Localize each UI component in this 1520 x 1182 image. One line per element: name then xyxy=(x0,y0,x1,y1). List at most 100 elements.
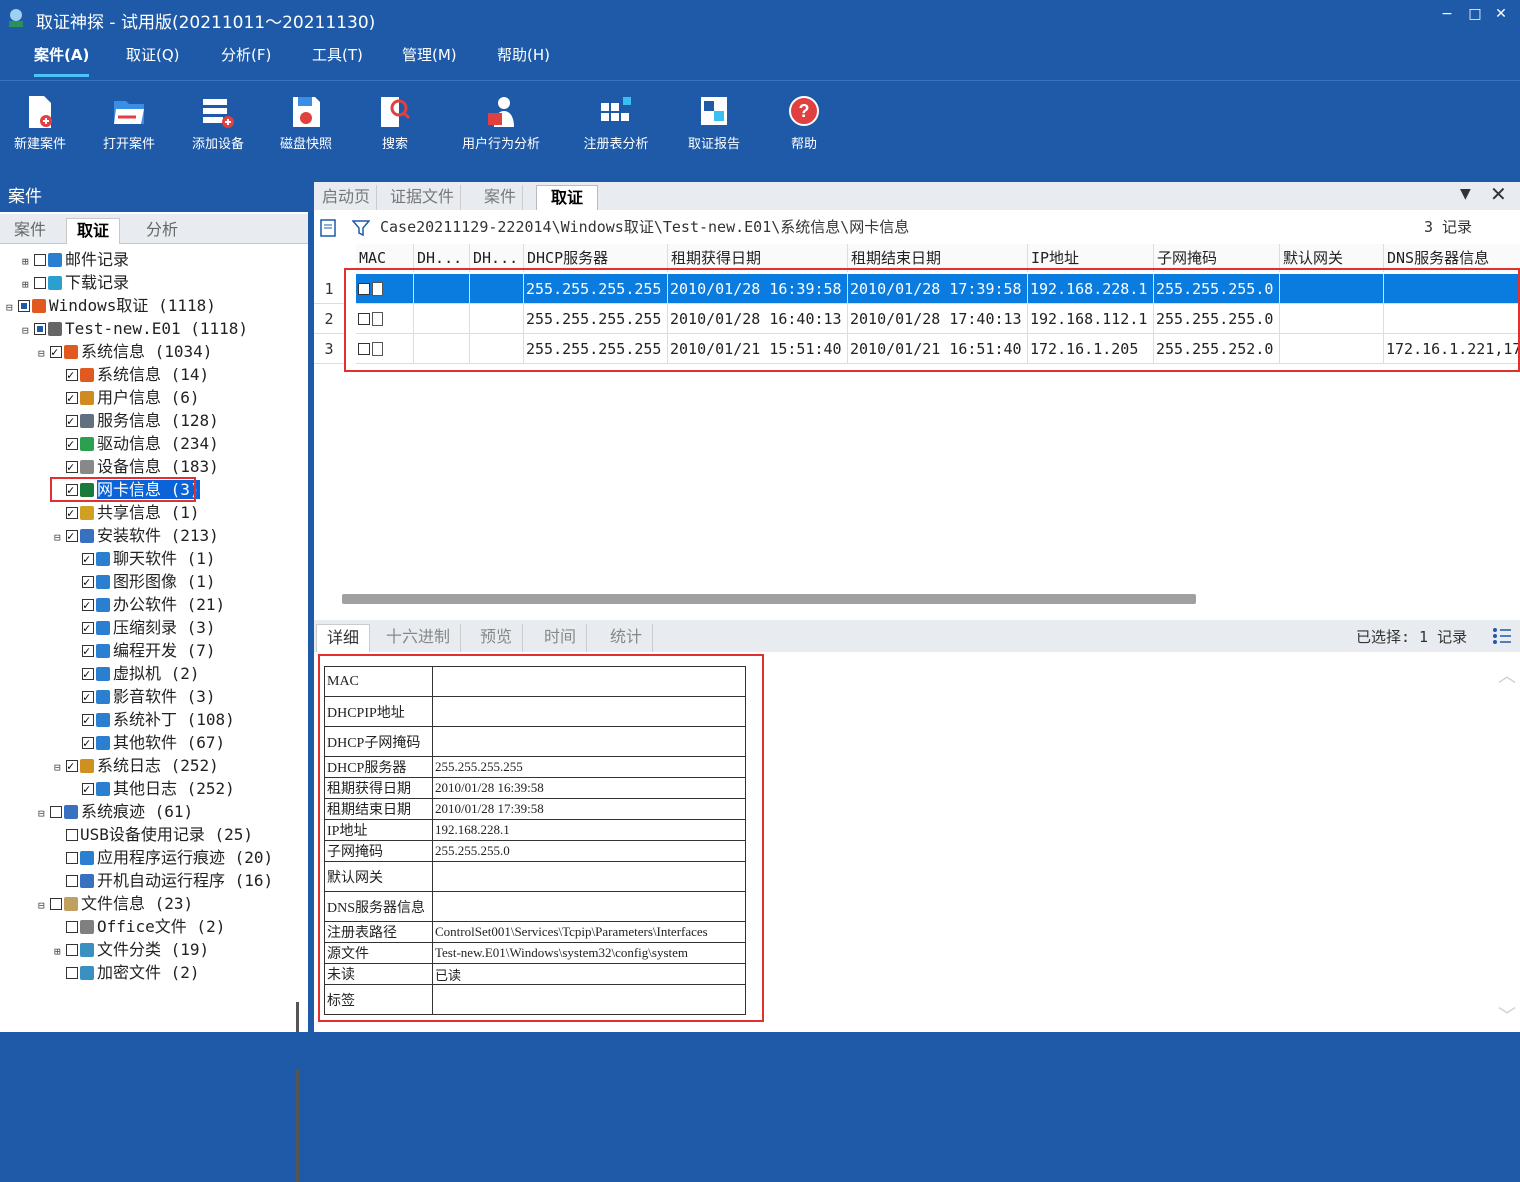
tree-node[interactable]: 开机自动运行程序 (16) xyxy=(54,869,273,892)
tree-checkbox[interactable] xyxy=(82,617,94,640)
tab-analysis[interactable]: 分析 xyxy=(136,218,188,244)
tree-scrollbar[interactable] xyxy=(296,1002,299,1182)
tab-case[interactable]: 案件 xyxy=(4,218,56,244)
tree-checkbox[interactable] xyxy=(82,594,94,617)
tree-checkbox[interactable] xyxy=(34,276,46,289)
tree-checkbox[interactable] xyxy=(34,253,46,266)
tab-hex[interactable]: 十六进制 xyxy=(376,624,462,652)
expand-toggle-icon[interactable]: ⊞ xyxy=(22,273,32,296)
tree-checkbox[interactable] xyxy=(34,322,46,335)
table-row[interactable]: 3 255.255.255.255 2010/01/21 15:51:40 2010/… xyxy=(314,334,1520,364)
tree-node[interactable]: ⊟ 系统日志 (252) xyxy=(54,754,219,778)
column-header[interactable]: 租期获得日期 xyxy=(668,244,848,272)
tree-checkbox[interactable] xyxy=(82,571,94,594)
menu-case[interactable]: 案件(A) xyxy=(34,44,90,77)
scroll-up-icon[interactable]: ︿ xyxy=(1498,662,1516,688)
tree-checkbox[interactable] xyxy=(82,778,94,801)
menu-tools[interactable]: 工具(T) xyxy=(312,44,363,72)
tree-node[interactable]: 图形图像 (1) xyxy=(70,570,216,594)
tree-checkbox[interactable] xyxy=(66,920,78,933)
tree-checkbox[interactable] xyxy=(82,709,94,732)
tree-node[interactable]: ⊟ 文件信息 (23) xyxy=(38,892,193,915)
tree-node[interactable]: Office文件 (2) xyxy=(54,915,225,938)
tree-checkbox[interactable] xyxy=(66,433,78,456)
export-icon[interactable] xyxy=(320,219,338,237)
tree-checkbox[interactable] xyxy=(82,732,94,755)
tree-checkbox[interactable] xyxy=(66,410,78,433)
tree-checkbox[interactable] xyxy=(82,663,94,686)
tab-forensics-main[interactable]: 取证 xyxy=(536,185,599,210)
tab-stats[interactable]: 统计 xyxy=(600,624,654,652)
tree-checkbox[interactable] xyxy=(66,387,78,410)
tree-node[interactable]: ⊟ Test-new.E01 (1118) xyxy=(22,317,248,340)
tree-node[interactable]: 聊天软件 (1) xyxy=(70,547,216,571)
help-button[interactable]: ? 帮助 xyxy=(782,95,826,165)
tree-node[interactable]: 其他日志 (252) xyxy=(70,777,235,801)
tree-checkbox[interactable] xyxy=(66,502,78,525)
minimize-button[interactable]: − xyxy=(1434,4,1460,26)
column-header[interactable]: DNS服务器信息 xyxy=(1384,244,1520,272)
tree-checkbox[interactable] xyxy=(50,341,62,364)
tree-node[interactable]: ⊞ 文件分类 (19) xyxy=(54,938,209,961)
add-device-button[interactable]: 添加设备 xyxy=(186,95,250,165)
new-case-button[interactable]: 新建案件 xyxy=(8,95,72,165)
tree-node[interactable]: 应用程序运行痕迹 (20) xyxy=(54,846,273,869)
tree-node[interactable]: 驱动信息 (234) xyxy=(54,432,219,456)
tree-checkbox[interactable] xyxy=(66,525,78,548)
tree-checkbox[interactable] xyxy=(82,640,94,663)
maximize-button[interactable]: □ xyxy=(1462,4,1488,26)
menu-analysis[interactable]: 分析(F) xyxy=(221,44,271,72)
user-behavior-button[interactable]: 用户行为分析 xyxy=(456,95,546,165)
tree-checkbox[interactable] xyxy=(50,897,62,910)
tree-checkbox[interactable] xyxy=(18,299,30,312)
tree-checkbox[interactable] xyxy=(66,943,78,956)
tree-node[interactable]: 服务信息 (128) xyxy=(54,409,219,433)
tree-node[interactable]: 网卡信息 (3) xyxy=(54,478,200,502)
column-header[interactable]: 默认网关 xyxy=(1280,244,1384,272)
column-header[interactable]: 子网掩码 xyxy=(1154,244,1280,272)
column-header[interactable]: DH... xyxy=(470,244,524,272)
tab-start-page[interactable]: 启动页 xyxy=(316,185,378,210)
row-checkbox[interactable] xyxy=(358,282,370,295)
tree-node[interactable]: 压缩刻录 (3) xyxy=(70,616,216,640)
tree-checkbox[interactable] xyxy=(82,548,94,571)
tree-node[interactable]: ⊟ 系统痕迹 (61) xyxy=(38,800,193,823)
tree-checkbox[interactable] xyxy=(66,755,78,778)
registry-analysis-button[interactable]: 注册表分析 xyxy=(578,95,654,165)
expand-toggle-icon[interactable]: ⊟ xyxy=(38,802,48,825)
table-row[interactable]: 2 255.255.255.255 2010/01/28 16:40:13 2010/… xyxy=(314,304,1520,334)
tab-case-main[interactable]: 案件 xyxy=(478,185,524,210)
tab-time[interactable]: 时间 xyxy=(534,624,588,652)
tree-node[interactable]: ⊟ Windows取证 (1118) xyxy=(6,294,216,317)
disk-snapshot-button[interactable]: 磁盘快照 xyxy=(274,95,338,165)
expand-toggle-icon[interactable]: ⊟ xyxy=(38,342,48,365)
menu-help[interactable]: 帮助(H) xyxy=(497,44,550,72)
horizontal-scrollbar[interactable] xyxy=(342,594,1196,604)
tree-node[interactable]: 用户信息 (6) xyxy=(54,386,200,410)
tree-node[interactable]: 系统补丁 (108) xyxy=(70,708,235,732)
expand-toggle-icon[interactable]: ⊞ xyxy=(54,940,64,963)
tree-checkbox[interactable] xyxy=(50,805,62,818)
tree-checkbox[interactable] xyxy=(66,479,78,502)
tree-node[interactable]: 共享信息 (1) xyxy=(54,501,200,525)
menu-manage[interactable]: 管理(M) xyxy=(402,44,457,72)
column-header[interactable]: DHCP服务器 xyxy=(524,244,668,272)
tab-evidence-files[interactable]: 证据文件 xyxy=(384,185,462,210)
column-header[interactable]: MAC xyxy=(356,244,414,272)
tree-checkbox[interactable] xyxy=(66,966,78,979)
tree-node[interactable]: 加密文件 (2) xyxy=(54,961,200,984)
menu-forensics[interactable]: 取证(Q) xyxy=(126,44,180,72)
filter-icon[interactable] xyxy=(352,219,370,237)
tree-node[interactable]: ⊞ 下载记录 xyxy=(22,271,129,294)
forensic-report-button[interactable]: 取证报告 xyxy=(682,95,746,165)
scroll-down-icon[interactable]: ﹀ xyxy=(1498,1002,1516,1028)
tree-checkbox[interactable] xyxy=(66,364,78,387)
tree-node[interactable]: ⊞ 邮件记录 xyxy=(22,248,129,271)
tree-node[interactable]: 其他软件 (67) xyxy=(70,731,225,755)
expand-toggle-icon[interactable]: ⊟ xyxy=(6,296,16,319)
tab-list-dropdown-icon[interactable]: ▼ xyxy=(1460,186,1471,202)
tree-node[interactable]: ⊟ 安装软件 (213) xyxy=(54,524,219,548)
search-button[interactable]: 搜索 xyxy=(370,95,420,165)
tree-checkbox[interactable] xyxy=(66,456,78,479)
tab-preview[interactable]: 预览 xyxy=(470,624,524,652)
